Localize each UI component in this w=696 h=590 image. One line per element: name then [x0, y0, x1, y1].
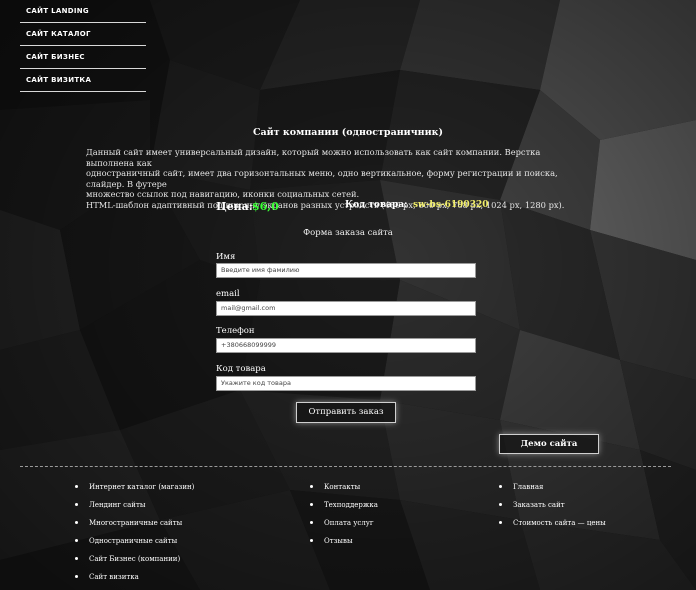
product-description: Данный сайт имеет универсальный дизайн, …: [86, 147, 586, 210]
phone-field[interactable]: +380668099999: [216, 338, 476, 353]
footer-link-prices[interactable]: Стоимость сайта — цены: [499, 516, 606, 534]
footer-link-business[interactable]: Сайт Бизнес (компании): [75, 552, 194, 570]
demo-site-button[interactable]: Демо сайта: [499, 434, 599, 454]
page-title: Сайт компании (одностраничник): [252, 127, 444, 138]
description-line: одностраничный сайт, имеет два горизонта…: [86, 168, 558, 189]
side-menu-item-catalog[interactable]: САЙТ КАТАЛОГ: [20, 23, 146, 46]
email-field[interactable]: mail@gmail.com: [216, 301, 476, 316]
footer-link-onepage[interactable]: Одностраничные сайты: [75, 534, 194, 552]
side-menu: САЙТ LANDING САЙТ КАТАЛОГ САЙТ БИЗНЕС СА…: [20, 0, 146, 92]
footer-divider: [20, 466, 671, 467]
product-code-field-label: Код товара: [216, 364, 266, 374]
name-field-label: Имя: [216, 252, 236, 262]
footer-column-main: Главная Заказать сайт Стоимость сайта — …: [499, 480, 606, 534]
footer-column-info: Контакты Техподдержка Оплата услуг Отзыв…: [310, 480, 378, 552]
submit-order-button[interactable]: Отправить заказ: [296, 402, 396, 423]
price-value: $6,0: [252, 200, 279, 213]
side-menu-item-business[interactable]: САЙТ БИЗНЕС: [20, 46, 146, 69]
footer-link-home[interactable]: Главная: [499, 480, 606, 498]
product-code-field[interactable]: Укажите код товара: [216, 376, 476, 391]
name-field[interactable]: Введите имя фамилию: [216, 263, 476, 278]
product-code-label: Код товара:: [345, 200, 408, 210]
price-label: Цена:: [216, 200, 253, 213]
footer-link-catalog-shop[interactable]: Интернет каталог (магазин): [75, 480, 194, 498]
footer-link-landing[interactable]: Лендинг сайты: [75, 498, 194, 516]
side-menu-item-vizitka[interactable]: САЙТ ВИЗИТКА: [20, 69, 146, 92]
email-field-label: email: [216, 289, 240, 299]
footer-link-support[interactable]: Техподдержка: [310, 498, 378, 516]
description-line: множество ссылок под навигацию, иконки с…: [86, 189, 360, 199]
footer-column-sites: Интернет каталог (магазин) Лендинг сайты…: [75, 480, 194, 588]
footer-link-payment[interactable]: Оплата услуг: [310, 516, 378, 534]
order-form-title: Форма заказа сайта: [303, 228, 393, 238]
footer-link-order-site[interactable]: Заказать сайт: [499, 498, 606, 516]
description-line: Данный сайт имеет универсальный дизайн, …: [86, 147, 541, 168]
side-menu-item-landing[interactable]: САЙТ LANDING: [20, 0, 146, 23]
footer-link-contacts[interactable]: Контакты: [310, 480, 378, 498]
footer-link-multipage[interactable]: Многостраничные сайты: [75, 516, 194, 534]
product-code-value: sw-bs-6190320: [413, 200, 489, 210]
footer-link-reviews[interactable]: Отзывы: [310, 534, 378, 552]
phone-field-label: Телефон: [216, 326, 255, 336]
description-line: HTML-шаблон адаптивный под ширину экрано…: [86, 199, 565, 210]
footer-link-vizitka[interactable]: Сайт визитка: [75, 570, 194, 588]
